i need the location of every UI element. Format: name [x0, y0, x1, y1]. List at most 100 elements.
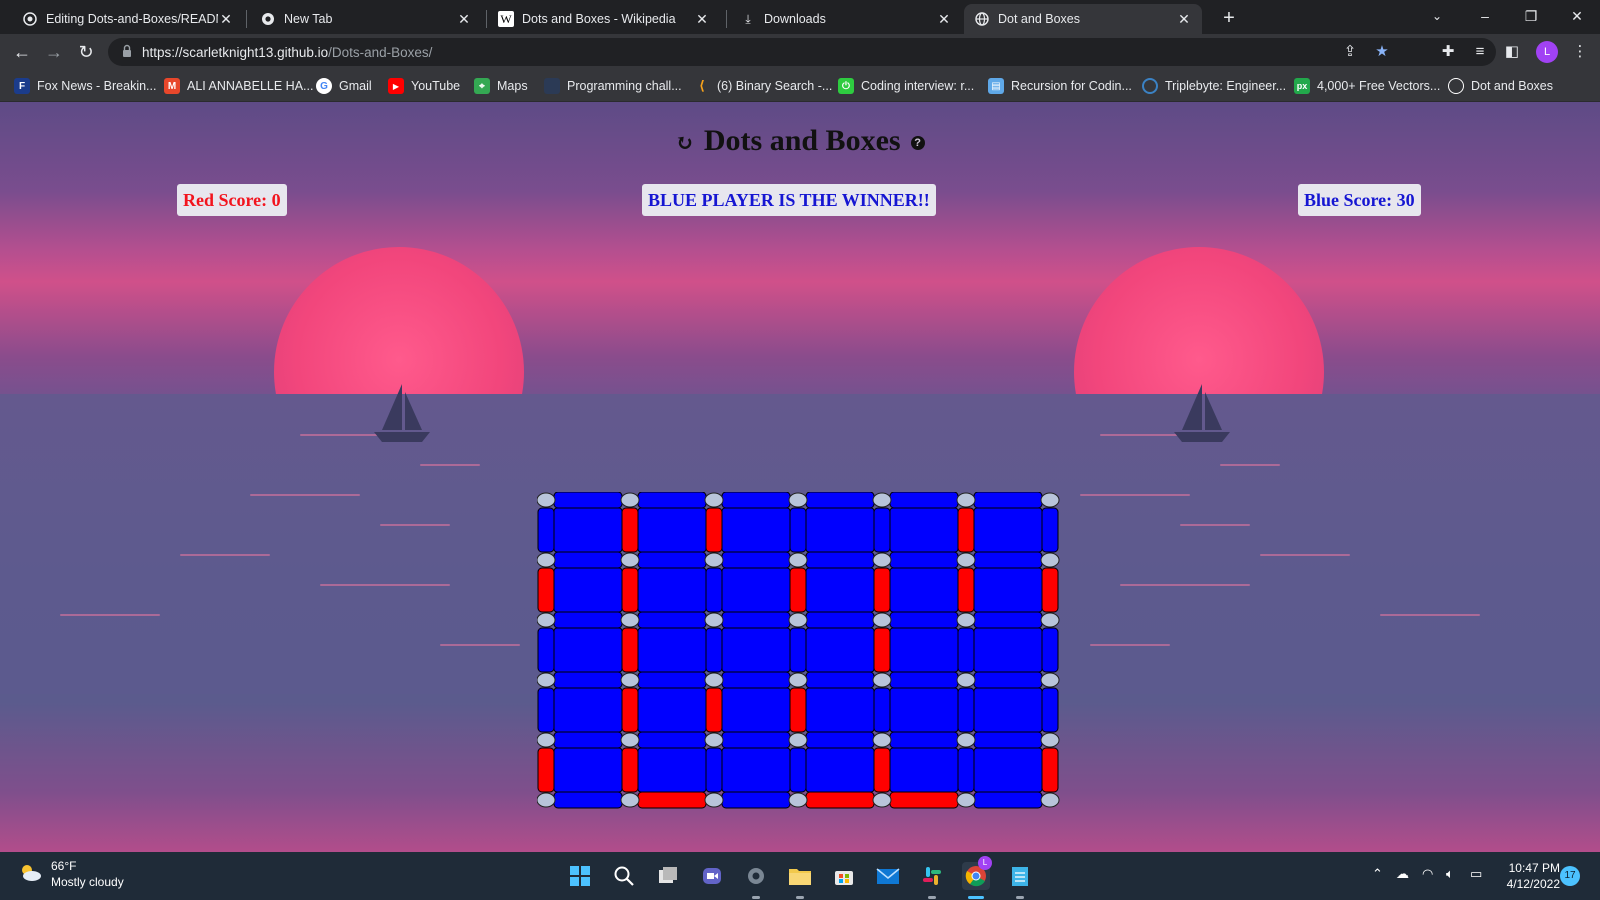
bookmark-star-icon[interactable]: ★: [1372, 42, 1392, 62]
tab-wikipedia[interactable]: W Dots and Boxes - Wikipedia ✕: [488, 4, 720, 34]
vertical-line[interactable]: [537, 687, 555, 733]
bookmark-item[interactable]: ▶ YouTube: [388, 76, 460, 96]
horizontal-line[interactable]: [553, 551, 623, 569]
horizontal-line[interactable]: [637, 551, 707, 569]
vertical-line[interactable]: [705, 687, 723, 733]
vertical-line[interactable]: [789, 687, 807, 733]
horizontal-line[interactable]: [973, 731, 1043, 749]
horizontal-line[interactable]: [805, 791, 875, 809]
horizontal-line[interactable]: [721, 551, 791, 569]
vertical-line[interactable]: [957, 747, 975, 793]
vertical-line[interactable]: [537, 507, 555, 553]
media-control-icon[interactable]: ≡: [1470, 42, 1490, 62]
horizontal-line[interactable]: [805, 492, 875, 509]
vertical-line[interactable]: [789, 747, 807, 793]
minimize-button[interactable]: –: [1462, 4, 1508, 28]
vertical-line[interactable]: [1041, 627, 1059, 673]
vertical-line[interactable]: [621, 687, 639, 733]
vertical-line[interactable]: [789, 567, 807, 613]
vertical-line[interactable]: [705, 747, 723, 793]
onedrive-cloud-icon[interactable]: ☁: [1396, 866, 1409, 882]
horizontal-line[interactable]: [889, 492, 959, 509]
horizontal-line[interactable]: [805, 671, 875, 689]
vertical-line[interactable]: [789, 507, 807, 553]
horizontal-line[interactable]: [889, 671, 959, 689]
settings-gear-icon[interactable]: [742, 862, 770, 890]
vertical-line[interactable]: [873, 627, 891, 673]
back-button[interactable]: ←: [10, 40, 34, 64]
tab-dot-and-boxes[interactable]: Dot and Boxes ✕: [964, 4, 1202, 34]
profile-avatar[interactable]: L: [1536, 41, 1558, 63]
horizontal-line[interactable]: [553, 791, 623, 809]
vertical-line[interactable]: [621, 567, 639, 613]
horizontal-line[interactable]: [637, 611, 707, 629]
horizontal-line[interactable]: [637, 671, 707, 689]
horizontal-line[interactable]: [721, 791, 791, 809]
vertical-line[interactable]: [1041, 687, 1059, 733]
slack-icon[interactable]: [918, 862, 946, 890]
close-icon[interactable]: ✕: [694, 11, 710, 28]
horizontal-line[interactable]: [889, 731, 959, 749]
horizontal-line[interactable]: [973, 791, 1043, 809]
reload-button[interactable]: ↻: [74, 40, 98, 64]
horizontal-line[interactable]: [889, 611, 959, 629]
horizontal-line[interactable]: [721, 492, 791, 509]
vertical-line[interactable]: [537, 627, 555, 673]
vertical-line[interactable]: [705, 627, 723, 673]
restore-button[interactable]: ❐: [1508, 4, 1554, 28]
notepad-icon[interactable]: [1006, 862, 1034, 890]
forward-button[interactable]: →: [42, 40, 66, 64]
file-explorer-icon[interactable]: [786, 862, 814, 890]
help-icon[interactable]: ?: [910, 136, 925, 151]
vertical-line[interactable]: [537, 567, 555, 613]
horizontal-line[interactable]: [553, 611, 623, 629]
vertical-line[interactable]: [621, 747, 639, 793]
vertical-line[interactable]: [789, 627, 807, 673]
start-icon[interactable]: [566, 862, 594, 890]
bookmark-item[interactable]: Triplebyte: Engineer...: [1142, 76, 1286, 96]
vertical-line[interactable]: [1041, 507, 1059, 553]
horizontal-line[interactable]: [973, 551, 1043, 569]
notification-badge[interactable]: 17: [1560, 866, 1580, 886]
close-icon[interactable]: ✕: [218, 11, 234, 28]
bookmark-item[interactable]: ⏻ Coding interview: r...: [838, 76, 974, 96]
close-window-button[interactable]: ✕: [1554, 4, 1600, 28]
close-icon[interactable]: ✕: [456, 11, 472, 28]
new-tab-button[interactable]: +: [1216, 6, 1242, 32]
tab-search-icon[interactable]: ⌄: [1414, 4, 1460, 28]
vertical-line[interactable]: [873, 507, 891, 553]
bookmark-item[interactable]: ⌖ Maps: [474, 76, 528, 96]
horizontal-line[interactable]: [553, 731, 623, 749]
horizontal-line[interactable]: [721, 611, 791, 629]
system-clock[interactable]: 10:47 PM 4/12/2022: [1500, 860, 1560, 892]
horizontal-line[interactable]: [805, 731, 875, 749]
horizontal-line[interactable]: [889, 791, 959, 809]
vertical-line[interactable]: [957, 507, 975, 553]
vertical-line[interactable]: [957, 687, 975, 733]
vertical-line[interactable]: [621, 507, 639, 553]
bookmark-item[interactable]: ▤ Recursion for Codin...: [988, 76, 1132, 96]
mail-icon[interactable]: [874, 862, 902, 890]
vertical-line[interactable]: [1041, 567, 1059, 613]
horizontal-line[interactable]: [637, 731, 707, 749]
vertical-line[interactable]: [873, 567, 891, 613]
tab-downloads[interactable]: ⤓ Downloads ✕: [730, 4, 962, 34]
horizontal-line[interactable]: [973, 611, 1043, 629]
vertical-line[interactable]: [705, 507, 723, 553]
bookmark-item[interactable]: F Fox News - Breakin...: [14, 76, 156, 96]
horizontal-line[interactable]: [721, 671, 791, 689]
menu-icon[interactable]: ⋮: [1570, 42, 1590, 62]
vertical-line[interactable]: [1041, 747, 1059, 793]
bookmark-item[interactable]: px 4,000+ Free Vectors...: [1294, 76, 1440, 96]
close-icon[interactable]: ✕: [1176, 11, 1192, 28]
horizontal-line[interactable]: [721, 731, 791, 749]
address-bar[interactable]: https://scarletknight13.github.io/Dots-a…: [108, 38, 1496, 66]
vertical-line[interactable]: [957, 567, 975, 613]
vertical-line[interactable]: [621, 627, 639, 673]
share-icon[interactable]: ⇪: [1340, 42, 1360, 62]
horizontal-line[interactable]: [553, 492, 623, 509]
bookmark-item[interactable]: ⟨ (6) Binary Search -...: [694, 76, 832, 96]
horizontal-line[interactable]: [973, 671, 1043, 689]
close-icon[interactable]: ✕: [936, 11, 952, 28]
tab-readme[interactable]: Editing Dots-and-Boxes/README.md ✕: [12, 4, 244, 34]
